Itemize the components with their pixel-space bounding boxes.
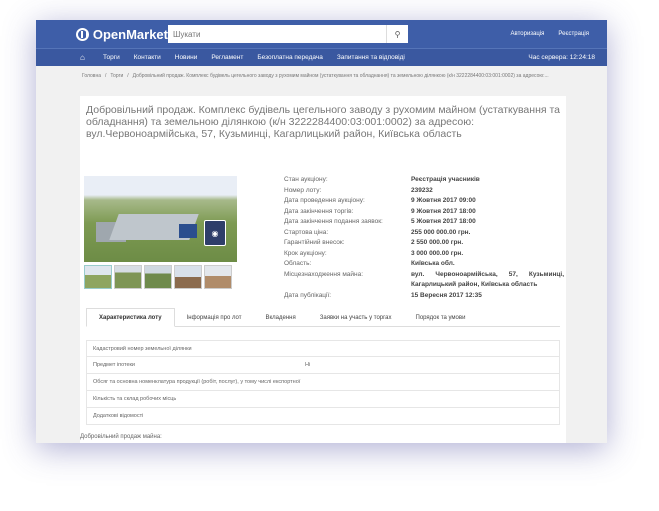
lot-tabs: Характеристика лоту Інформація про лот В… bbox=[86, 308, 560, 327]
search-icon: ⚲ bbox=[394, 29, 401, 39]
thumbnail[interactable] bbox=[114, 265, 142, 289]
info-value: 2 550 000.00 грн. bbox=[411, 239, 464, 246]
nav-item-rules[interactable]: Регламент bbox=[204, 54, 250, 61]
info-row: Дата закінчення торгів: 9 Жовтня 2017 18:… bbox=[284, 207, 564, 218]
nav-item-contacts[interactable]: Контакти bbox=[127, 54, 168, 61]
thumbnail[interactable] bbox=[84, 265, 112, 289]
camera-badge-icon: ◉ bbox=[204, 220, 226, 246]
tab-attachments[interactable]: Вкладення bbox=[253, 308, 307, 327]
property-label: Кадастровий номер земельної ділянки bbox=[93, 345, 192, 352]
tab-characteristics[interactable]: Характеристика лоту bbox=[86, 308, 175, 327]
breadcrumb-current: Добровільний продаж. Комплекс будівель ц… bbox=[132, 73, 549, 79]
search-box: ⚲ bbox=[168, 25, 408, 43]
server-time: Час сервера: 12:24:18 bbox=[528, 54, 595, 61]
logo[interactable]: OpenMarket bbox=[76, 27, 168, 42]
info-value: 5 Жовтня 2017 18:00 bbox=[411, 218, 476, 225]
tab-terms[interactable]: Порядок та умови bbox=[404, 308, 478, 327]
property-label: Обсяг та основна номенклатура продукції … bbox=[93, 379, 301, 385]
info-value: вул. Червоноармійська, 57, Кузьминці, Ка… bbox=[411, 270, 564, 289]
info-value: 9 Жовтня 2017 09:00 bbox=[411, 197, 476, 204]
openmarket-logo-icon bbox=[76, 27, 89, 41]
thumbnail[interactable] bbox=[174, 265, 202, 289]
properties-table: Кадастровий номер земельної ділянки Пред… bbox=[86, 340, 560, 425]
home-icon[interactable]: ⌂ bbox=[80, 53, 96, 62]
thumbnail[interactable] bbox=[204, 265, 232, 289]
thumbnail[interactable] bbox=[144, 265, 172, 289]
info-label: Дата закінчення подання заявок: bbox=[284, 218, 383, 225]
info-label: Дата публікації: bbox=[284, 291, 332, 299]
logo-text: OpenMarket bbox=[92, 26, 168, 42]
breadcrumb-separator: / bbox=[127, 73, 129, 79]
info-label: Стан аукціону: bbox=[284, 176, 328, 183]
lot-panel: Добровільний продаж. Комплекс будівель ц… bbox=[80, 96, 566, 443]
tab-lot-info[interactable]: Інформація про лот bbox=[175, 308, 254, 327]
info-value: Київська обл. bbox=[411, 260, 455, 267]
breadcrumb-auctions[interactable]: Торги bbox=[110, 73, 123, 79]
info-label: Номер лоту: bbox=[284, 186, 322, 194]
info-row: Дата публікації: 15 Вересня 2017 12:35 bbox=[284, 291, 564, 302]
property-value: Ні bbox=[305, 362, 311, 368]
table-row: Предмет іпотеки Ні bbox=[86, 357, 560, 374]
info-value: 255 000 000.00 грн. bbox=[411, 228, 471, 236]
info-row: Номер лоту: 239232 bbox=[284, 186, 564, 197]
page-title: Добровільний продаж. Комплекс будівель ц… bbox=[86, 104, 560, 140]
table-row: Кадастровий номер земельної ділянки bbox=[86, 340, 560, 357]
search-input[interactable] bbox=[168, 25, 386, 43]
main-nav: ⌂ Торги Контакти Новини Регламент Безопл… bbox=[36, 48, 607, 66]
info-row: Стартова ціна: 255 000 000.00 грн. bbox=[284, 228, 564, 239]
breadcrumb: Головна / Торги / Добровільний продаж. К… bbox=[36, 66, 607, 86]
info-label: Гарантійний внесок: bbox=[284, 239, 345, 246]
property-label: Кількість та склад робочих місць bbox=[93, 396, 177, 402]
info-row: Стан аукціону: Реєстрація учасників bbox=[284, 175, 564, 186]
info-label: Дата проведення аукціону: bbox=[284, 197, 365, 204]
nav-item-free-transfer[interactable]: Безоплатна передача bbox=[250, 54, 330, 61]
table-row: Кількість та склад робочих місць bbox=[86, 391, 560, 408]
info-label: Крок аукціону: bbox=[284, 249, 327, 257]
login-link[interactable]: Авторизація bbox=[511, 31, 545, 37]
info-value: 15 Вересня 2017 12:35 bbox=[411, 291, 482, 299]
info-value: 239232 bbox=[411, 186, 433, 194]
breadcrumb-home[interactable]: Головна bbox=[82, 73, 101, 79]
info-label: Область: bbox=[284, 260, 312, 267]
info-value: 9 Жовтня 2017 18:00 bbox=[411, 207, 476, 215]
top-links: Авторизація Реєстрація bbox=[511, 31, 599, 37]
info-label: Стартова ціна: bbox=[284, 228, 329, 236]
info-row: Крок аукціону: 3 000 000.00 грн. bbox=[284, 249, 564, 260]
property-label: Додаткові відомості bbox=[93, 413, 144, 419]
table-row: Обсяг та основна номенклатура продукції … bbox=[86, 374, 560, 391]
info-row: Місцезнаходження майна: вул. Червоноармій… bbox=[284, 270, 564, 291]
property-label: Предмет іпотеки bbox=[93, 362, 135, 368]
search-button[interactable]: ⚲ bbox=[386, 25, 408, 43]
breadcrumb-separator: / bbox=[105, 73, 107, 79]
info-value: Реєстрація учасників bbox=[411, 176, 480, 183]
tab-bids[interactable]: Заявки на участь у торгах bbox=[308, 308, 404, 327]
photo-gallery: ◉ bbox=[84, 176, 237, 289]
top-header: OpenMarket ⚲ Авторизація Реєстрація bbox=[36, 20, 607, 48]
lot-info: Стан аукціону: Реєстрація учасників Номер… bbox=[284, 175, 564, 301]
info-value: 3 000 000.00 грн. bbox=[411, 249, 464, 257]
info-row: Область: Київська обл. bbox=[284, 259, 564, 270]
info-label: Дата закінчення торгів: bbox=[284, 207, 354, 215]
building-shape bbox=[179, 224, 197, 238]
thumbnail-strip bbox=[84, 265, 237, 289]
info-label: Місцезнаходження майна: bbox=[284, 270, 364, 278]
register-link[interactable]: Реєстрація bbox=[558, 31, 589, 37]
table-row: Додаткові відомості bbox=[86, 408, 560, 425]
browser-frame: OpenMarket ⚲ Авторизація Реєстрація ⌂ То… bbox=[36, 20, 607, 443]
description-text: Добровільний продаж майна: bbox=[80, 434, 162, 440]
info-row: Гарантійний внесок: 2 550 000.00 грн. bbox=[284, 238, 564, 249]
nav-item-faq[interactable]: Запитання та відповіді bbox=[330, 54, 412, 61]
nav-item-news[interactable]: Новини bbox=[168, 54, 205, 61]
nav-item-auctions[interactable]: Торги bbox=[96, 54, 127, 61]
info-row: Дата закінчення подання заявок: 5 Жовтня … bbox=[284, 217, 564, 228]
info-row: Дата проведення аукціону: 9 Жовтня 2017 0… bbox=[284, 196, 564, 207]
main-photo[interactable]: ◉ bbox=[84, 176, 237, 262]
